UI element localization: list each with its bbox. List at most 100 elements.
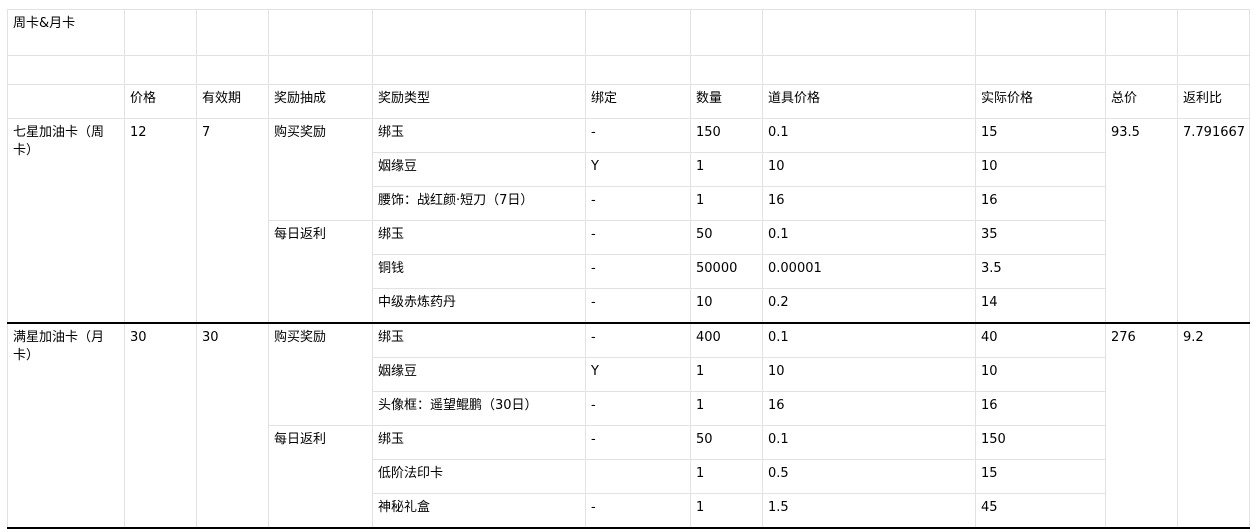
item-price-cell[interactable]: 0.00001 [762, 254, 976, 289]
bind-cell[interactable] [585, 459, 691, 494]
item-price-cell[interactable]: 0.1 [762, 425, 976, 460]
header-validity[interactable]: 有效期 [196, 84, 269, 119]
bind-cell[interactable]: - [585, 322, 691, 358]
reward-group-label[interactable]: 每日返利 [268, 425, 373, 529]
reward-group-label[interactable]: 购买奖励 [268, 322, 373, 426]
empty-cell[interactable] [975, 9, 1106, 56]
header-quantity[interactable]: 数量 [690, 84, 763, 119]
reward-group-label[interactable]: 每日返利 [268, 220, 373, 324]
bind-cell[interactable]: - [585, 425, 691, 460]
bind-cell[interactable]: Y [585, 152, 691, 187]
quantity-cell[interactable]: 400 [690, 322, 763, 358]
header-reward-share[interactable]: 奖励抽成 [268, 84, 373, 119]
card-name[interactable]: 七星加油卡（周卡） [7, 118, 125, 324]
item-price-cell[interactable]: 0.1 [762, 322, 976, 358]
bind-cell[interactable]: - [585, 288, 691, 324]
card-price[interactable]: 30 [124, 322, 197, 529]
reward-type-cell[interactable]: 姻缘豆 [372, 152, 586, 187]
quantity-cell[interactable]: 50 [690, 425, 763, 460]
quantity-cell[interactable]: 1 [690, 459, 763, 494]
empty-cell[interactable] [124, 55, 197, 85]
card-name[interactable]: 满星加油卡（月卡） [7, 322, 125, 529]
rebate-ratio[interactable]: 9.2 [1177, 322, 1250, 529]
header-rebate-ratio[interactable]: 返利比 [1177, 84, 1250, 119]
reward-group-label[interactable]: 购买奖励 [268, 118, 373, 221]
bind-cell[interactable]: - [585, 118, 691, 153]
quantity-cell[interactable]: 50000 [690, 254, 763, 289]
actual-price-cell[interactable]: 15 [975, 118, 1106, 153]
empty-cell[interactable] [1177, 9, 1250, 56]
quantity-cell[interactable]: 1 [690, 186, 763, 221]
empty-cell[interactable] [1177, 55, 1250, 85]
card-price[interactable]: 12 [124, 118, 197, 324]
empty-cell[interactable] [975, 55, 1106, 85]
quantity-cell[interactable]: 1 [690, 493, 763, 529]
total-price[interactable]: 93.5 [1105, 118, 1178, 324]
item-price-cell[interactable]: 10 [762, 357, 976, 392]
empty-cell[interactable] [1105, 9, 1178, 56]
actual-price-cell[interactable]: 16 [975, 186, 1106, 221]
quantity-cell[interactable]: 10 [690, 288, 763, 324]
empty-cell[interactable] [124, 9, 197, 56]
item-price-cell[interactable]: 1.5 [762, 493, 976, 529]
bind-cell[interactable]: - [585, 254, 691, 289]
reward-type-cell[interactable]: 神秘礼盒 [372, 493, 586, 529]
actual-price-cell[interactable]: 3.5 [975, 254, 1106, 289]
empty-cell[interactable] [196, 55, 269, 85]
actual-price-cell[interactable]: 35 [975, 220, 1106, 255]
reward-type-cell[interactable]: 绑玉 [372, 322, 586, 358]
actual-price-cell[interactable]: 14 [975, 288, 1106, 324]
empty-cell[interactable] [268, 55, 373, 85]
empty-cell[interactable] [585, 9, 691, 56]
empty-cell[interactable] [7, 84, 125, 119]
empty-cell[interactable] [762, 9, 976, 56]
card-validity[interactable]: 30 [196, 322, 269, 529]
empty-cell[interactable] [268, 9, 373, 56]
bind-cell[interactable]: Y [585, 357, 691, 392]
item-price-cell[interactable]: 0.1 [762, 118, 976, 153]
actual-price-cell[interactable]: 45 [975, 493, 1106, 529]
empty-cell[interactable] [372, 9, 586, 56]
empty-cell[interactable] [690, 55, 763, 85]
header-item-price[interactable]: 道具价格 [762, 84, 976, 119]
empty-cell[interactable] [1105, 55, 1178, 85]
quantity-cell[interactable]: 150 [690, 118, 763, 153]
quantity-cell[interactable]: 1 [690, 357, 763, 392]
bind-cell[interactable]: - [585, 186, 691, 221]
quantity-cell[interactable]: 1 [690, 152, 763, 187]
reward-type-cell[interactable]: 腰饰：战红颜·短刀（7日） [372, 186, 586, 221]
reward-type-cell[interactable]: 头像框：遥望鲲鹏（30日） [372, 391, 586, 426]
rebate-ratio[interactable]: 7.791667 [1177, 118, 1250, 324]
item-price-cell[interactable]: 16 [762, 186, 976, 221]
sheet-title[interactable]: 周卡&月卡 [7, 9, 125, 56]
empty-cell[interactable] [762, 55, 976, 85]
item-price-cell[interactable]: 16 [762, 391, 976, 426]
reward-type-cell[interactable]: 绑玉 [372, 425, 586, 460]
reward-type-cell[interactable]: 姻缘豆 [372, 357, 586, 392]
actual-price-cell[interactable]: 150 [975, 425, 1106, 460]
header-bind[interactable]: 绑定 [585, 84, 691, 119]
bind-cell[interactable]: - [585, 220, 691, 255]
quantity-cell[interactable]: 50 [690, 220, 763, 255]
reward-type-cell[interactable]: 低阶法印卡 [372, 459, 586, 494]
card-validity[interactable]: 7 [196, 118, 269, 324]
empty-cell[interactable] [7, 55, 125, 85]
bind-cell[interactable]: - [585, 391, 691, 426]
reward-type-cell[interactable]: 绑玉 [372, 118, 586, 153]
bind-cell[interactable]: - [585, 493, 691, 529]
item-price-cell[interactable]: 0.5 [762, 459, 976, 494]
actual-price-cell[interactable]: 40 [975, 322, 1106, 358]
empty-cell[interactable] [372, 55, 586, 85]
reward-type-cell[interactable]: 铜钱 [372, 254, 586, 289]
item-price-cell[interactable]: 0.2 [762, 288, 976, 324]
actual-price-cell[interactable]: 10 [975, 152, 1106, 187]
header-reward-type[interactable]: 奖励类型 [372, 84, 586, 119]
header-actual-price[interactable]: 实际价格 [975, 84, 1106, 119]
quantity-cell[interactable]: 1 [690, 391, 763, 426]
total-price[interactable]: 276 [1105, 322, 1178, 529]
item-price-cell[interactable]: 10 [762, 152, 976, 187]
actual-price-cell[interactable]: 16 [975, 391, 1106, 426]
actual-price-cell[interactable]: 15 [975, 459, 1106, 494]
reward-type-cell[interactable]: 中级赤炼药丹 [372, 288, 586, 324]
empty-cell[interactable] [690, 9, 763, 56]
